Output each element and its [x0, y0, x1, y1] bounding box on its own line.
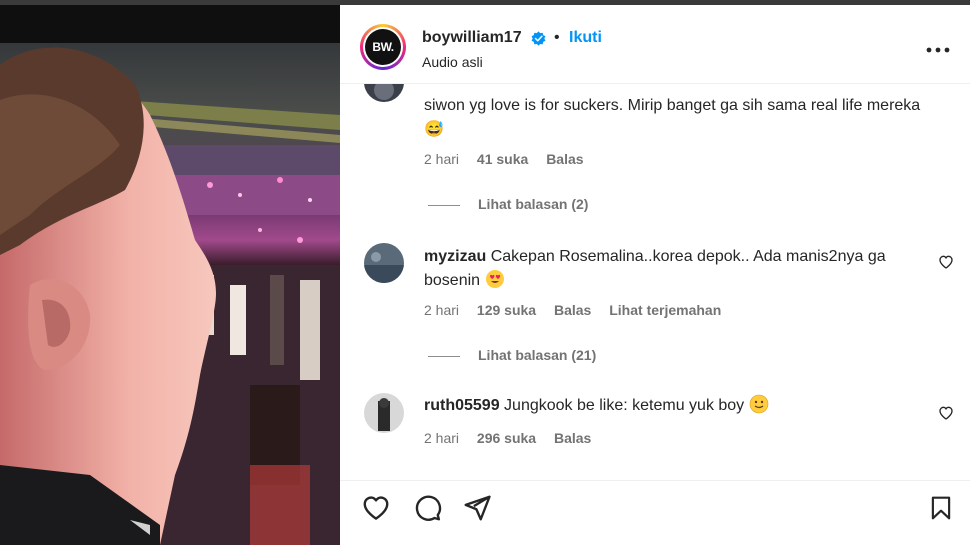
reel-video[interactable] — [0, 5, 340, 545]
comment-like-heart-icon[interactable] — [938, 254, 954, 270]
comment-time[interactable]: 2 hari — [424, 302, 459, 318]
reply-button[interactable]: Balas — [546, 151, 583, 167]
comments-list[interactable]: siwon yg love is for suckers. Mirip bang… — [340, 84, 970, 480]
comment-avatar[interactable] — [364, 393, 404, 433]
comment-text: myzizau Cakepan Rosemalina..korea depok.… — [424, 248, 886, 289]
share-icon[interactable] — [462, 493, 492, 523]
replies-line — [428, 355, 460, 357]
view-replies[interactable]: Lihat balasan (21) — [428, 347, 596, 363]
heart-icon[interactable] — [360, 493, 392, 523]
comment-icon[interactable] — [411, 493, 443, 523]
comment-text: ruth05599 Jungkook be like: ketemu yuk b… — [424, 394, 924, 418]
header-separator: • — [554, 29, 560, 46]
author-avatar[interactable]: BW. — [360, 24, 406, 70]
view-replies-label: Lihat balasan (21) — [478, 347, 597, 363]
comment-avatar[interactable] — [364, 84, 404, 102]
comment-time[interactable]: 2 hari — [424, 151, 459, 167]
comment-meta: 2 hari 129 suka Balas Lihat terjemahan — [424, 302, 735, 318]
comment-time[interactable]: 2 hari — [424, 430, 459, 446]
post-actions-bar — [340, 480, 970, 546]
comment-like-heart-icon[interactable] — [938, 405, 954, 421]
view-replies[interactable]: Lihat balasan (2) — [428, 196, 588, 212]
post-header: BW. boywilliam17 • Ikuti Audio asli — [340, 5, 970, 84]
bookmark-icon[interactable] — [928, 493, 954, 523]
reply-button[interactable]: Balas — [554, 302, 591, 318]
comment-text: siwon yg love is for suckers. Mirip bang… — [424, 97, 921, 138]
reply-button[interactable]: Balas — [554, 430, 591, 446]
view-replies-label: Lihat balasan (2) — [478, 196, 589, 212]
replies-line — [428, 204, 460, 206]
comment-likes[interactable]: 129 suka — [477, 302, 536, 318]
more-options-icon[interactable] — [926, 47, 950, 53]
video-frame-image — [0, 5, 340, 545]
post-panel: BW. boywilliam17 • Ikuti Audio asli siwo… — [340, 5, 970, 545]
smile-emoji — [749, 394, 769, 414]
verified-badge-icon — [531, 31, 546, 46]
comment-username[interactable]: ruth05599 — [424, 397, 500, 414]
author-avatar-logo: BW. — [365, 29, 401, 65]
comment-meta: 2 hari 41 suka Balas — [424, 151, 598, 167]
comment-avatar[interactable] — [364, 243, 404, 283]
comment-likes[interactable]: 296 suka — [477, 430, 536, 446]
heart-eyes-emoji — [485, 270, 505, 289]
comment-meta: 2 hari 296 suka Balas — [424, 430, 605, 446]
author-username[interactable]: boywilliam17 — [422, 29, 522, 47]
audio-label[interactable]: Audio asli — [422, 54, 483, 70]
follow-button[interactable]: Ikuti — [569, 29, 602, 47]
comment-likes[interactable]: 41 suka — [477, 151, 528, 167]
comment-username[interactable]: myzizau — [424, 248, 486, 265]
translate-button[interactable]: Lihat terjemahan — [609, 302, 721, 318]
